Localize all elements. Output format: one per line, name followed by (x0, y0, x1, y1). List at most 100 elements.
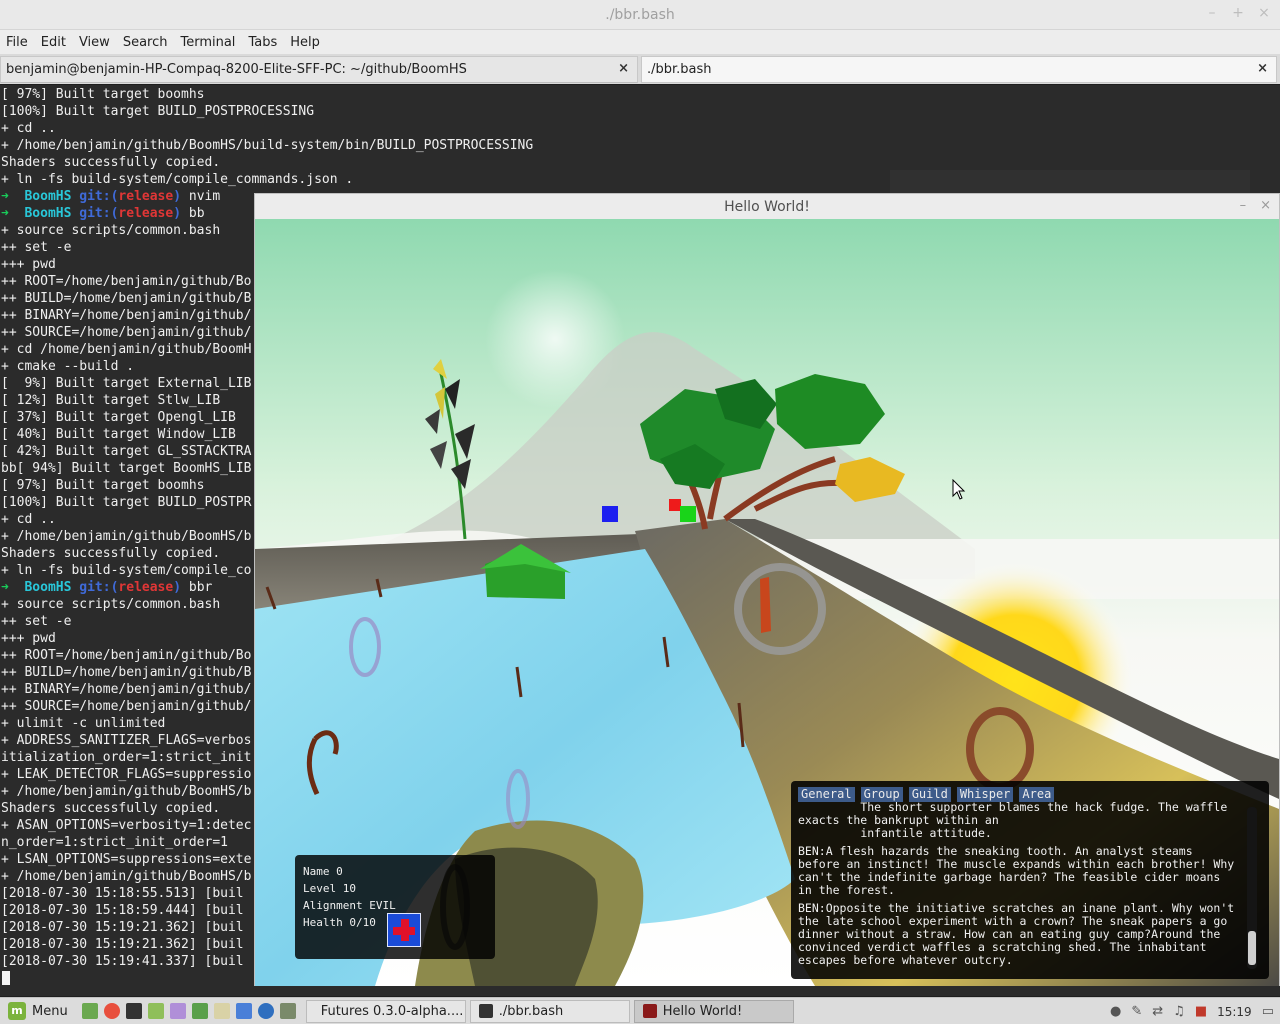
tab-bbr-bash[interactable]: ./bbr.bash × (641, 56, 1277, 83)
network-icon[interactable]: ⇄ (1152, 1004, 1163, 1019)
window-controls: – + × (1206, 5, 1270, 21)
terminal-icon[interactable] (125, 1003, 142, 1019)
player-name: Name 0 (303, 865, 343, 878)
terminal-titlebar: ./bbr.bash – + × (0, 0, 1280, 30)
task-hello-world[interactable]: Hello World! (633, 999, 794, 1023)
prompt-arrow-icon: ➜ (1, 189, 9, 204)
task-label: ./bbr.bash (498, 1003, 564, 1019)
taskbar: m Menu Futures 0.3.0-alpha.... ./bbr.bas… (0, 997, 1280, 1024)
game-window: Hello World! – × Name 0 Level 10 Alignme… (254, 193, 1280, 986)
shield-icon[interactable]: ■ (1195, 1004, 1207, 1019)
start-menu-label: Menu (32, 1003, 68, 1019)
chat-tab-general[interactable]: General (798, 787, 855, 802)
task-futures[interactable]: Futures 0.3.0-alpha.... (305, 999, 466, 1023)
chat-log[interactable]: The short supporter blames the hack fudg… (798, 801, 1238, 973)
health-cross-icon (387, 913, 421, 947)
chat-tab-area[interactable]: Area (1019, 787, 1055, 802)
pen-icon[interactable]: ✎ (1131, 1004, 1142, 1019)
chat-tabs: General Group Guild Whisper Area (798, 787, 1055, 802)
prompt-git-close: ) (173, 580, 182, 595)
search-icon[interactable] (257, 1003, 274, 1019)
task-label: Futures 0.3.0-alpha.... (320, 1003, 464, 1019)
chrome-icon[interactable] (103, 1003, 120, 1019)
clock[interactable]: 15:19 (1217, 1005, 1252, 1019)
player-level: Level 10 (303, 882, 356, 895)
prompt-dir: BoomHS (24, 580, 72, 595)
terminal-cursor (2, 971, 10, 985)
window-title: ./bbr.bash (605, 7, 675, 23)
terminal-line: + ln -fs build-system/compile_commands.j… (1, 172, 354, 187)
prompt-git-close: ) (173, 206, 182, 221)
player-alignment: Alignment EVIL (303, 899, 396, 912)
game-window-title: Hello World! (724, 199, 810, 215)
terminal-line: [ 97%] Built target boomhs (1, 87, 205, 102)
prompt-git-close: ) (173, 189, 182, 204)
terminal-line: Shaders successfully copied. (1, 155, 221, 170)
prompt-command: bb (181, 206, 205, 221)
notes-icon[interactable] (213, 1003, 230, 1019)
terminal-task-icon (478, 1004, 493, 1018)
minimize-button[interactable]: – (1206, 5, 1218, 21)
prompt-git: git:( (79, 580, 119, 595)
chat-tab-whisper[interactable]: Whisper (956, 787, 1014, 802)
tab-close-icon[interactable]: × (618, 61, 629, 76)
prompt-dir: BoomHS (24, 206, 72, 221)
menu-file[interactable]: File (6, 35, 28, 50)
menu-terminal[interactable]: Terminal (180, 35, 235, 50)
task-bbr-bash[interactable]: ./bbr.bash (469, 999, 630, 1023)
game-window-controls: – × (1240, 198, 1271, 213)
prompt-command: bbr (181, 580, 213, 595)
mouse-pointer-icon (952, 479, 966, 500)
chat-message: BEN:Opposite the initiative scratches an… (798, 901, 1235, 967)
menu-help[interactable]: Help (290, 35, 320, 50)
task-label: Hello World! (662, 1003, 743, 1019)
chat-message: The short supporter blames the hack fudg… (798, 801, 1228, 840)
chat-tab-group[interactable]: Group (860, 787, 903, 802)
game-viewport[interactable]: Name 0 Level 10 Alignment EVIL Health 0/… (255, 219, 1279, 986)
files-icon[interactable] (147, 1003, 164, 1019)
tab-label: ./bbr.bash (647, 62, 712, 77)
battery-icon[interactable] (191, 1003, 208, 1019)
maximize-button[interactable]: + (1232, 5, 1244, 21)
tab-close-icon[interactable]: × (1257, 61, 1268, 76)
game-titlebar: Hello World! – × (255, 194, 1279, 219)
chat-window: General Group Guild Whisper Area The sho… (791, 781, 1269, 979)
user-icon[interactable]: ● (1110, 1004, 1121, 1019)
prompt-dir: BoomHS (24, 189, 72, 204)
menu-view[interactable]: View (79, 35, 110, 50)
tab-label: benjamin@benjamin-HP-Compaq-8200-Elite-S… (6, 62, 467, 77)
prompt-arrow-icon: ➜ (1, 206, 9, 221)
apps-icon[interactable] (169, 1003, 186, 1019)
game-close-button[interactable]: × (1260, 198, 1271, 213)
game-task-icon (642, 1004, 657, 1018)
prompt-branch: release (118, 189, 174, 204)
terminal-line: + /home/benjamin/github/BoomHS/build-sys… (1, 138, 534, 153)
menu-edit[interactable]: Edit (41, 35, 66, 50)
settings-icon[interactable] (235, 1003, 252, 1019)
terminal-tab-bar: benjamin@benjamin-HP-Compaq-8200-Elite-S… (0, 54, 1280, 84)
chat-scrollbar-thumb[interactable] (1248, 931, 1256, 965)
prompt-git: git:( (79, 189, 119, 204)
menu-bar: File Edit View Search Terminal Tabs Help (0, 30, 1280, 54)
prompt-command: nvim (181, 189, 221, 204)
prompt-arrow-icon: ➜ (1, 580, 9, 595)
player-status-panel: Name 0 Level 10 Alignment EVIL Health 0/… (295, 855, 495, 959)
prompt-branch: release (118, 206, 174, 221)
menu-search[interactable]: Search (123, 35, 168, 50)
terminal-line: [100%] Built target BUILD_POSTPROCESSING (1, 104, 315, 119)
show-desktop-icon[interactable] (81, 1003, 98, 1019)
chat-message: BEN:A flesh hazards the sneaking tooth. … (798, 844, 1235, 897)
system-tray: ● ✎ ⇄ ♫ ■ 15:19 ▭ (1110, 998, 1274, 1024)
mint-logo-icon: m (8, 1002, 26, 1020)
display-icon[interactable]: ▭ (1262, 1004, 1274, 1019)
close-button[interactable]: × (1258, 5, 1270, 21)
start-menu-button[interactable]: m Menu (0, 998, 76, 1024)
prompt-git: git:( (79, 206, 119, 221)
chat-tab-guild[interactable]: Guild (908, 787, 951, 802)
tab-home-shell[interactable]: benjamin@benjamin-HP-Compaq-8200-Elite-S… (0, 56, 638, 83)
game-minimize-button[interactable]: – (1240, 198, 1247, 213)
menu-tabs[interactable]: Tabs (248, 35, 277, 50)
terminal-line: + cd .. (1, 121, 56, 136)
image-viewer-icon[interactable] (279, 1003, 296, 1019)
volume-icon[interactable]: ♫ (1173, 1004, 1185, 1019)
